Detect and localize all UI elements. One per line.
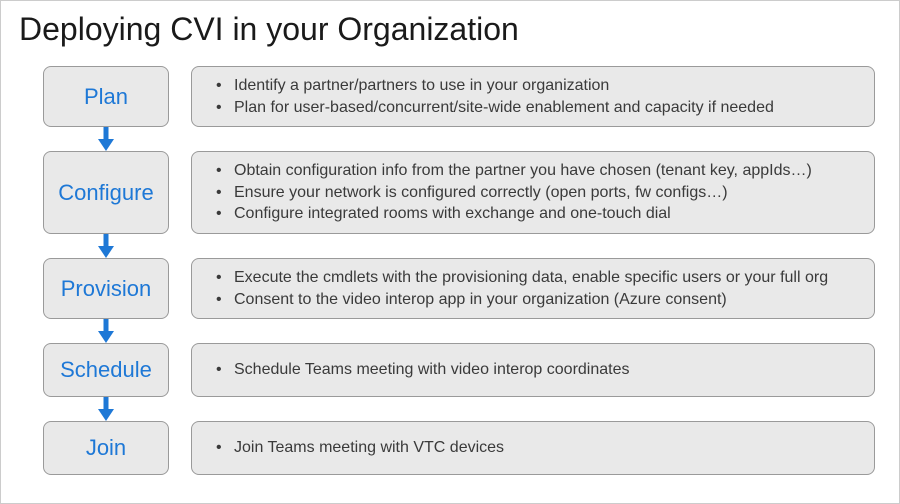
list-item: Configure integrated rooms with exchange… [206, 203, 864, 225]
list-item: Schedule Teams meeting with video intero… [206, 359, 864, 381]
list-item: Obtain configuration info from the partn… [206, 160, 864, 182]
step-label-join: Join [43, 421, 169, 475]
step-details-provision: Execute the cmdlets with the provisionin… [191, 258, 875, 319]
step-details-schedule: Schedule Teams meeting with video intero… [191, 343, 875, 397]
arrow-connector [17, 234, 883, 258]
down-arrow-icon [95, 319, 117, 343]
list-item: Execute the cmdlets with the provisionin… [206, 267, 864, 289]
down-arrow-icon [95, 234, 117, 258]
list-item: Plan for user-based/concurrent/site-wide… [206, 97, 864, 119]
arrow-connector [17, 127, 883, 151]
arrow-connector [17, 397, 883, 421]
down-arrow-icon [95, 127, 117, 151]
step-details-configure: Obtain configuration info from the partn… [191, 151, 875, 234]
step-label-plan: Plan [43, 66, 169, 127]
step-row-join: Join Join Teams meeting with VTC devices [17, 421, 883, 475]
list-item: Ensure your network is configured correc… [206, 182, 864, 204]
step-row-plan: Plan Identify a partner/partners to use … [17, 66, 883, 127]
step-details-plan: Identify a partner/partners to use in yo… [191, 66, 875, 127]
step-label-configure: Configure [43, 151, 169, 234]
list-item: Consent to the video interop app in your… [206, 289, 864, 311]
step-label-provision: Provision [43, 258, 169, 319]
arrow-connector [17, 319, 883, 343]
step-label-schedule: Schedule [43, 343, 169, 397]
step-details-join: Join Teams meeting with VTC devices [191, 421, 875, 475]
down-arrow-icon [95, 397, 117, 421]
step-row-configure: Configure Obtain configuration info from… [17, 151, 883, 234]
step-row-schedule: Schedule Schedule Teams meeting with vid… [17, 343, 883, 397]
step-row-provision: Provision Execute the cmdlets with the p… [17, 258, 883, 319]
page-title: Deploying CVI in your Organization [17, 11, 883, 48]
list-item: Join Teams meeting with VTC devices [206, 437, 864, 459]
deployment-flow-diagram: Plan Identify a partner/partners to use … [17, 66, 883, 475]
list-item: Identify a partner/partners to use in yo… [206, 75, 864, 97]
